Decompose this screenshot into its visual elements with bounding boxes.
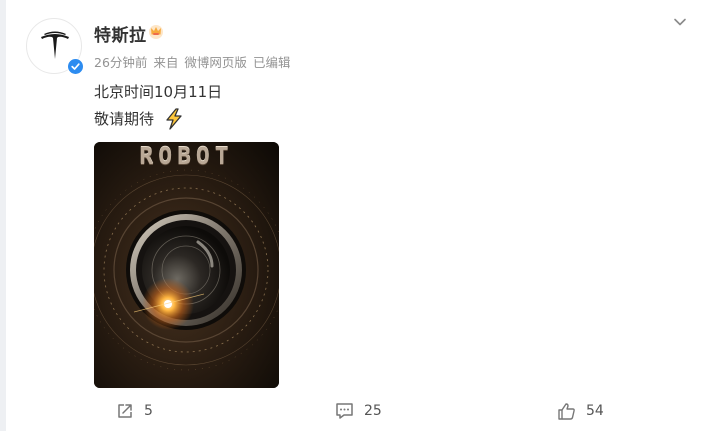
share-button[interactable]: 5 — [116, 398, 153, 424]
like-button[interactable]: 54 — [557, 398, 604, 424]
thumbs-up-icon — [558, 402, 575, 420]
poster-title: ROBOT — [139, 144, 234, 170]
post-source[interactable]: 微博网页版 — [184, 55, 247, 70]
source-prefix: 来自 — [153, 55, 179, 70]
comment-icon — [336, 403, 353, 419]
edited-label[interactable]: 已编辑 — [253, 55, 291, 70]
comment-count: 25 — [364, 403, 382, 419]
comment-button[interactable]: 25 — [335, 398, 382, 424]
crown-icon — [149, 25, 163, 39]
share-icon — [118, 404, 132, 418]
lightning-emoji-icon — [166, 108, 182, 130]
camera-lens-image — [94, 142, 279, 388]
action-bar: 5 25 54 — [6, 398, 709, 424]
weibo-post-card: 特斯拉 26分钟前 来自 微博网页版 已编辑 北京时间10月11日 敬请期待 R… — [6, 0, 709, 431]
verified-badge-icon — [67, 58, 84, 75]
like-count: 54 — [586, 403, 604, 419]
post-meta: 26分钟前 来自 微博网页版 已编辑 — [94, 52, 296, 71]
post-time[interactable]: 26分钟前 — [94, 55, 147, 70]
post-text-line-2: 敬请期待 — [94, 110, 155, 128]
post-text-line-1: 北京时间10月11日 — [94, 83, 223, 101]
post-image[interactable]: ROBOT — [94, 142, 279, 388]
author-name[interactable]: 特斯拉 — [94, 21, 147, 46]
share-count: 5 — [144, 403, 153, 419]
chevron-down-icon[interactable] — [672, 14, 688, 30]
